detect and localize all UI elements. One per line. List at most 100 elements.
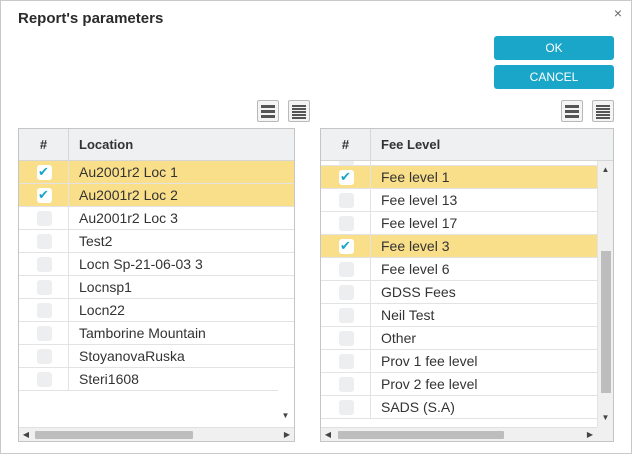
table-row[interactable]: Neil Test [321,304,597,327]
checkbox-cell [321,350,371,372]
checkbox-cell [19,276,69,298]
row-checkbox[interactable]: ✔ [37,164,52,180]
table-row[interactable]: ✔ Fee level 1 [321,166,597,189]
scroll-right-icon[interactable]: ▶ [280,428,294,441]
row-checkbox[interactable] [339,377,354,392]
row-label: Au2001r2 Loc 3 [79,210,178,226]
list-view-icon[interactable] [561,100,583,122]
compact-list-icon[interactable] [288,100,310,122]
check-icon: ✔ [38,164,49,179]
location-column-header[interactable]: Location [79,129,133,161]
fee-level-grid: # Fee Level ✔ Fee level 1 Fee level 13 Fee … [320,128,614,442]
row-checkbox[interactable] [37,303,52,318]
table-row[interactable]: GDSS Fees [321,281,597,304]
checkbox-cell: ✔ [19,184,69,206]
row-checkbox[interactable] [37,280,52,295]
checkbox-cell [19,207,69,229]
row-checkbox[interactable] [339,354,354,369]
table-row[interactable]: SADS (S.A) [321,396,597,419]
report-parameters-dialog: Report's parameters × OK CANCEL # Locati… [0,0,632,454]
scroll-left-icon[interactable]: ◀ [321,428,335,441]
row-label: Prov 2 fee level [381,376,478,392]
checkbox-cell [19,322,69,344]
close-icon[interactable]: × [611,6,625,21]
checkbox-cell [321,212,371,234]
horizontal-scrollbar[interactable]: ◀ ▶ [19,427,294,441]
table-row[interactable]: ✔ Au2001r2 Loc 1 [19,161,294,184]
checkbox-cell: ✔ [19,161,69,183]
scroll-down-icon[interactable]: ▼ [278,409,293,423]
row-checkbox[interactable] [339,285,354,300]
table-row[interactable]: Fee level 6 [321,258,597,281]
row-checkbox[interactable]: ✔ [37,187,52,203]
table-row[interactable]: ✔ Fee level 3 [321,235,597,258]
checkbox-cell [19,253,69,275]
table-row[interactable]: Locn22 [19,299,294,322]
fee-level-column-header[interactable]: Fee Level [381,129,440,161]
cancel-button[interactable]: CANCEL [494,65,614,89]
row-label: Fee level 1 [381,169,450,185]
row-checkbox[interactable] [37,349,52,364]
table-row[interactable]: Fee level 17 [321,212,597,235]
vertical-scrollbar[interactable]: ▲ ▼ [597,161,613,441]
table-row[interactable]: Prov 2 fee level [321,373,597,396]
compact-list-icon[interactable] [592,100,614,122]
grid-header: # Fee Level [321,129,613,161]
check-icon: ✔ [38,187,49,202]
scroll-right-icon[interactable]: ▶ [583,428,597,441]
row-label: Au2001r2 Loc 1 [79,164,178,180]
table-row[interactable]: Au2001r2 Loc 3 [19,207,294,230]
scroll-down-icon[interactable]: ▼ [598,411,613,425]
checkbox-cell [321,327,371,349]
table-row[interactable]: Steri1608 [19,368,294,391]
table-row[interactable]: ✔ Au2001r2 Loc 2 [19,184,294,207]
select-column-header[interactable]: # [321,129,371,161]
list-view-icon[interactable] [257,100,279,122]
table-row[interactable]: Tamborine Mountain [19,322,294,345]
row-label: GDSS Fees [381,284,456,300]
table-row[interactable]: Locnsp1 [19,276,294,299]
table-row[interactable]: Prov 1 fee level [321,350,597,373]
row-checkbox[interactable] [37,234,52,249]
table-row[interactable]: Other [321,327,597,350]
row-checkbox[interactable] [339,308,354,323]
ok-button[interactable]: OK [494,36,614,60]
checkbox-cell: ✔ [321,166,371,188]
scrollbar-thumb[interactable] [601,251,611,393]
row-checkbox[interactable] [339,216,354,231]
checkbox-cell [321,281,371,303]
row-checkbox[interactable] [37,326,52,341]
row-checkbox[interactable] [37,372,52,387]
scroll-left-icon[interactable]: ◀ [19,428,33,441]
table-row[interactable]: StoyanovaRuska [19,345,294,368]
checkbox-cell [19,299,69,321]
table-row[interactable]: Test2 [19,230,294,253]
row-label: Other [381,330,417,346]
fee-level-rows: ✔ Fee level 1 Fee level 13 Fee level 17 ✔ Fee… [321,161,597,419]
row-label: Test2 [79,233,113,249]
scroll-up-icon[interactable]: ▲ [598,163,613,177]
dialog-title: Report's parameters [18,10,164,27]
table-row[interactable]: Fee level 13 [321,189,597,212]
row-checkbox[interactable] [339,400,354,415]
table-row[interactable]: Locn Sp-21-06-03 3 [19,253,294,276]
horizontal-scrollbar[interactable]: ◀ ▶ [321,427,597,441]
row-checkbox[interactable] [37,211,52,226]
row-checkbox[interactable] [339,262,354,277]
row-checkbox[interactable] [37,257,52,272]
row-checkbox[interactable]: ✔ [339,238,354,254]
checkbox-cell [321,304,371,326]
row-checkbox[interactable]: ✔ [339,169,354,185]
row-label: Prov 1 fee level [381,353,478,369]
row-label: Fee level 13 [381,192,458,208]
location-rows: ✔ Au2001r2 Loc 1 ✔ Au2001r2 Loc 2 Au2001r2 L… [19,161,294,391]
select-column-header[interactable]: # [19,129,69,161]
row-label: Locn Sp-21-06-03 3 [79,256,203,272]
vertical-scrollbar[interactable]: ▼ [278,389,294,427]
row-checkbox[interactable] [339,193,354,208]
grid-header: # Location [19,129,294,161]
row-label: Tamborine Mountain [79,325,206,341]
scrollbar-thumb[interactable] [338,431,504,439]
row-checkbox[interactable] [339,331,354,346]
scrollbar-thumb[interactable] [35,431,193,439]
